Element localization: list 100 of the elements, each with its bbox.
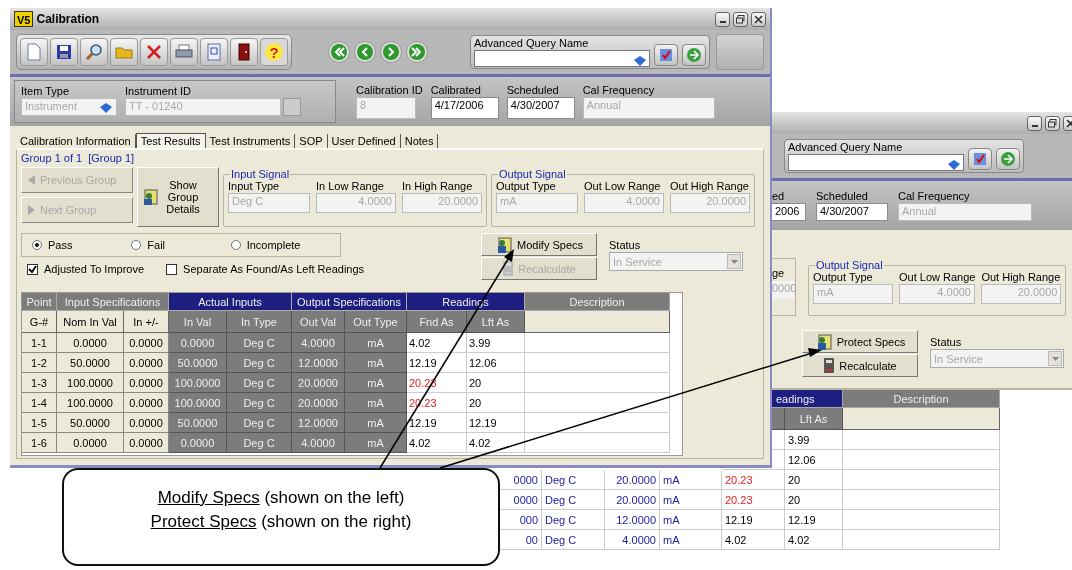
tab[interactable]: SOP	[295, 134, 328, 148]
field-label: Out Low Range	[899, 271, 976, 283]
field-label: Calibration ID	[356, 84, 423, 96]
table-cell: Deg C	[542, 490, 605, 510]
field-label: Out Low Range	[584, 180, 662, 192]
table-cell: Deg C	[542, 470, 605, 490]
table-cell: 20.23	[722, 470, 785, 490]
radio-label: Pass	[48, 239, 73, 251]
table-cell: mA	[660, 530, 722, 550]
table-cell: Deg C	[227, 393, 292, 413]
table-cell: 0.0000	[124, 353, 169, 373]
table-cell: 12.0000	[292, 413, 345, 433]
tab[interactable]: User Defined	[327, 134, 401, 148]
table-cell: 1-2	[22, 353, 57, 373]
field-label: Output Type	[496, 180, 557, 192]
table-cell: Deg C	[227, 353, 292, 373]
text-field[interactable]: mA	[813, 284, 893, 304]
column-header: Fnd As	[407, 311, 467, 333]
table-cell: 12.19	[407, 353, 467, 373]
specs-button[interactable]: Modify Specs	[481, 233, 597, 256]
table-cell: Deg C	[227, 433, 292, 453]
tab[interactable]: Test Results	[135, 133, 206, 148]
table-cell: mA	[660, 490, 722, 510]
column-group-header: Description	[525, 293, 670, 311]
table-cell: mA	[345, 433, 407, 453]
text-field[interactable]: 4.0000	[899, 284, 975, 304]
table-cell: 100.0000	[57, 373, 124, 393]
table-cell: 000	[500, 510, 542, 530]
table-cell: 12.19	[722, 510, 785, 530]
table-cell: 20.0000	[292, 393, 345, 413]
table-cell: 12.06	[785, 450, 843, 470]
field-label: ed	[772, 190, 786, 202]
table-cell: 4.0000	[292, 333, 345, 353]
table-cell: 0.0000	[57, 433, 124, 453]
table-cell: 100.0000	[57, 393, 124, 413]
group-title: Group 1 of 1 [Group 1]	[21, 152, 136, 165]
column-group-header: Point	[22, 293, 57, 311]
field-label: Out High Range	[670, 180, 750, 192]
table-cell: 1-6	[22, 433, 57, 453]
column-group-header: Description	[843, 390, 1000, 408]
table-cell: 100.0000	[169, 393, 227, 413]
column-group-header: Actual Inputs	[169, 293, 292, 311]
column-group-header: Output Specifications	[292, 293, 407, 311]
text-field[interactable]: 4.0000	[316, 193, 396, 213]
table-cell: 12.0000	[605, 510, 660, 530]
field-label: Out High Range	[981, 271, 1062, 283]
tab[interactable]: Notes	[400, 134, 439, 148]
table-cell: mA	[660, 470, 722, 490]
table-cell: 20	[785, 490, 843, 510]
column-header: G-#	[22, 311, 57, 333]
text-field[interactable]: 4/17/2006	[430, 97, 499, 119]
help-button[interactable]: ?	[260, 38, 288, 66]
text-field[interactable]: Deg C	[228, 193, 310, 213]
specs-button[interactable]: Protect Specs	[802, 330, 918, 353]
table-cell: 4.0000	[292, 433, 345, 453]
text-field[interactable]: 20.0000	[670, 193, 750, 213]
table-cell: 12.19	[785, 510, 843, 530]
text-field[interactable]: 2006	[772, 203, 806, 221]
field-label: Input Type	[228, 180, 281, 192]
column-header: Nom In Val	[57, 311, 124, 333]
field-label: Instrument ID	[125, 85, 193, 97]
tab[interactable]: Calibration Information	[16, 134, 136, 148]
recalculate-button[interactable]: Recalculate	[802, 354, 918, 377]
column-header: Lft As	[785, 408, 843, 430]
text-field[interactable]: 4.0000	[584, 193, 664, 213]
table-cell: Deg C	[227, 413, 292, 433]
table-cell: 4.02	[785, 530, 843, 550]
tab[interactable]: Test Instruments	[205, 134, 296, 148]
table-cell: 20.0000	[605, 470, 660, 490]
show-group-details-button[interactable]: Show Group Details	[137, 167, 219, 227]
table-cell: Deg C	[542, 510, 605, 530]
field-label: Output Type	[813, 271, 874, 283]
table-cell: 50.0000	[57, 353, 124, 373]
text-field[interactable]: 4/30/2007	[816, 203, 888, 221]
checkbox-label: Adjusted To Improve	[44, 263, 145, 275]
table-cell: 0.0000	[57, 333, 124, 353]
radio-label: Fail	[147, 239, 166, 251]
field-label: Calibrated	[430, 84, 482, 96]
callout-text: Modify Specs (shown on the left)	[157, 487, 405, 509]
query-label: Advanced Query Name	[474, 37, 590, 49]
field-label: In Low Range	[316, 180, 385, 192]
field-label: Status	[930, 336, 963, 348]
table-cell: 20	[785, 470, 843, 490]
link[interactable]: Modify Specs	[157, 488, 260, 507]
table-cell: 4.02	[722, 530, 785, 550]
field-label: ge	[772, 267, 786, 279]
link[interactable]: Protect Specs	[150, 512, 257, 531]
text-field[interactable]: mA	[496, 193, 578, 213]
table-cell: 20.23	[722, 490, 785, 510]
text-field[interactable]: 20.0000	[402, 193, 482, 213]
table-cell: 3.99	[785, 430, 843, 450]
column-header: Out Val	[292, 311, 345, 333]
text-field[interactable]: 20.0000	[981, 284, 1062, 304]
app-logo: V5	[14, 11, 34, 27]
table-cell: 0.0000	[124, 433, 169, 453]
radio-label: Incomplete	[246, 239, 301, 251]
table-cell: 12.19	[467, 413, 525, 433]
text-field[interactable]: 4/30/2007	[506, 97, 575, 119]
table-cell: 20	[467, 373, 525, 393]
table-cell: 0.0000	[124, 413, 169, 433]
